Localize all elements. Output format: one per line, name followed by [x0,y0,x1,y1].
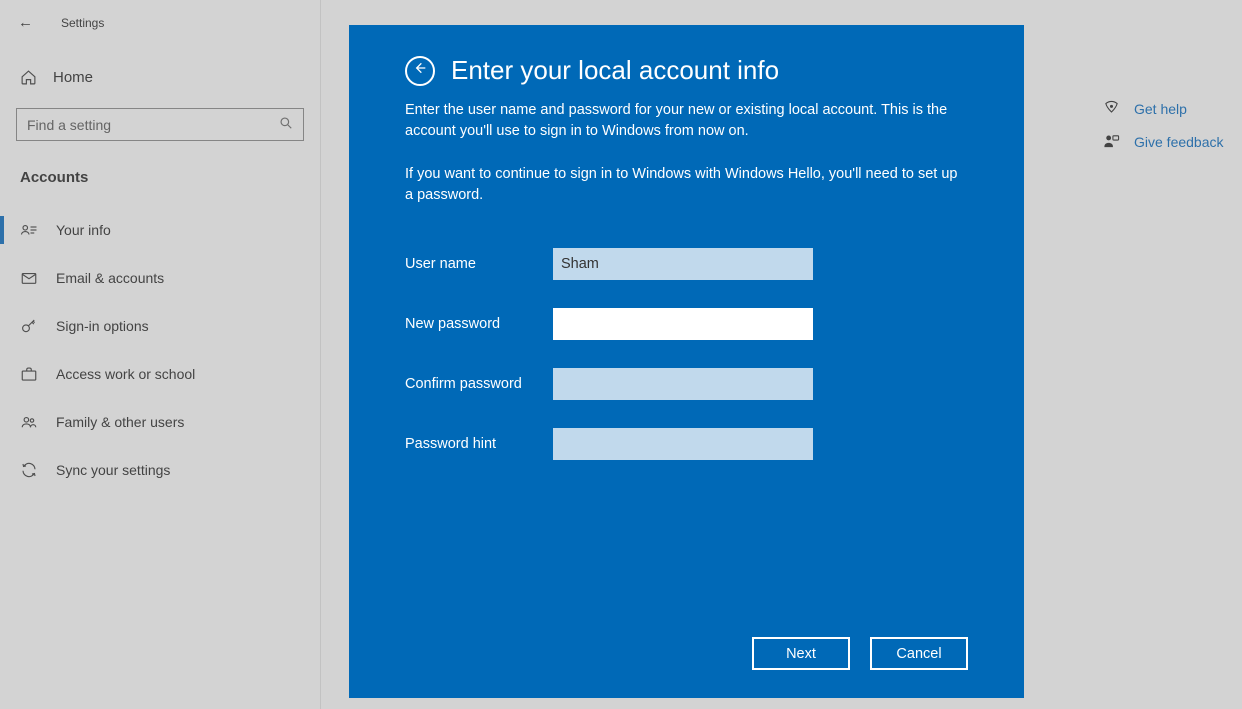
sync-icon [20,461,38,479]
sidebar-item-signin-options[interactable]: Sign-in options [0,302,320,350]
sidebar-item-label: Email & accounts [56,270,164,286]
give-feedback-link[interactable]: Give feedback [1103,133,1224,150]
password-hint-input[interactable] [553,428,813,460]
sidebar-item-access-work-school[interactable]: Access work or school [0,350,320,398]
local-account-modal: Enter your local account info Enter the … [349,25,1024,698]
search-input[interactable]: Find a setting [16,108,304,141]
back-arrow-icon [412,60,428,81]
local-account-form: User name New password Confirm password … [405,248,968,488]
settings-sidebar: ← Settings Home Find a setting Accounts [0,0,320,709]
modal-description: Enter the user name and password for you… [405,100,968,228]
modal-para1: Enter the user name and password for you… [405,100,965,142]
cancel-button[interactable]: Cancel [870,637,968,670]
sidebar-item-label: Sign-in options [56,318,149,334]
titlebar: ← Settings [0,0,320,45]
sidebar-home-label: Home [53,69,93,86]
search-placeholder: Find a setting [27,117,111,133]
modal-para2: If you want to continue to sign in to Wi… [405,164,965,206]
next-button[interactable]: Next [752,637,850,670]
confirm-password-label: Confirm password [405,376,553,392]
key-icon [20,317,38,335]
people-icon [20,413,38,431]
new-password-input[interactable] [553,308,813,340]
back-arrow-icon[interactable]: ← [18,14,33,31]
username-label: User name [405,256,553,272]
sidebar-home[interactable]: Home [0,59,320,96]
get-help-link[interactable]: Get help [1103,100,1224,117]
sidebar-item-label: Sync your settings [56,462,170,478]
sidebar-item-email-accounts[interactable]: Email & accounts [0,254,320,302]
briefcase-icon [20,365,38,383]
modal-title: Enter your local account info [451,55,779,86]
sidebar-item-sync-settings[interactable]: Sync your settings [0,446,320,494]
back-button[interactable] [405,56,435,86]
password-hint-label: Password hint [405,436,553,452]
new-password-label: New password [405,316,553,332]
mail-icon [20,269,38,287]
feedback-icon [1103,133,1120,150]
sidebar-item-your-info[interactable]: Your info [0,206,320,254]
give-feedback-label[interactable]: Give feedback [1134,134,1224,150]
person-card-icon [20,221,38,239]
confirm-password-input[interactable] [553,368,813,400]
window-title: Settings [61,16,104,30]
help-icon [1103,100,1120,117]
get-help-label[interactable]: Get help [1134,101,1187,117]
sidebar-item-label: Access work or school [56,366,195,382]
sidebar-item-family-other-users[interactable]: Family & other users [0,398,320,446]
search-icon [279,116,293,133]
sidebar-item-label: Your info [56,222,111,238]
username-input[interactable] [553,248,813,280]
sidebar-section-title: Accounts [0,141,320,206]
home-icon [20,69,37,86]
sidebar-item-label: Family & other users [56,414,184,430]
